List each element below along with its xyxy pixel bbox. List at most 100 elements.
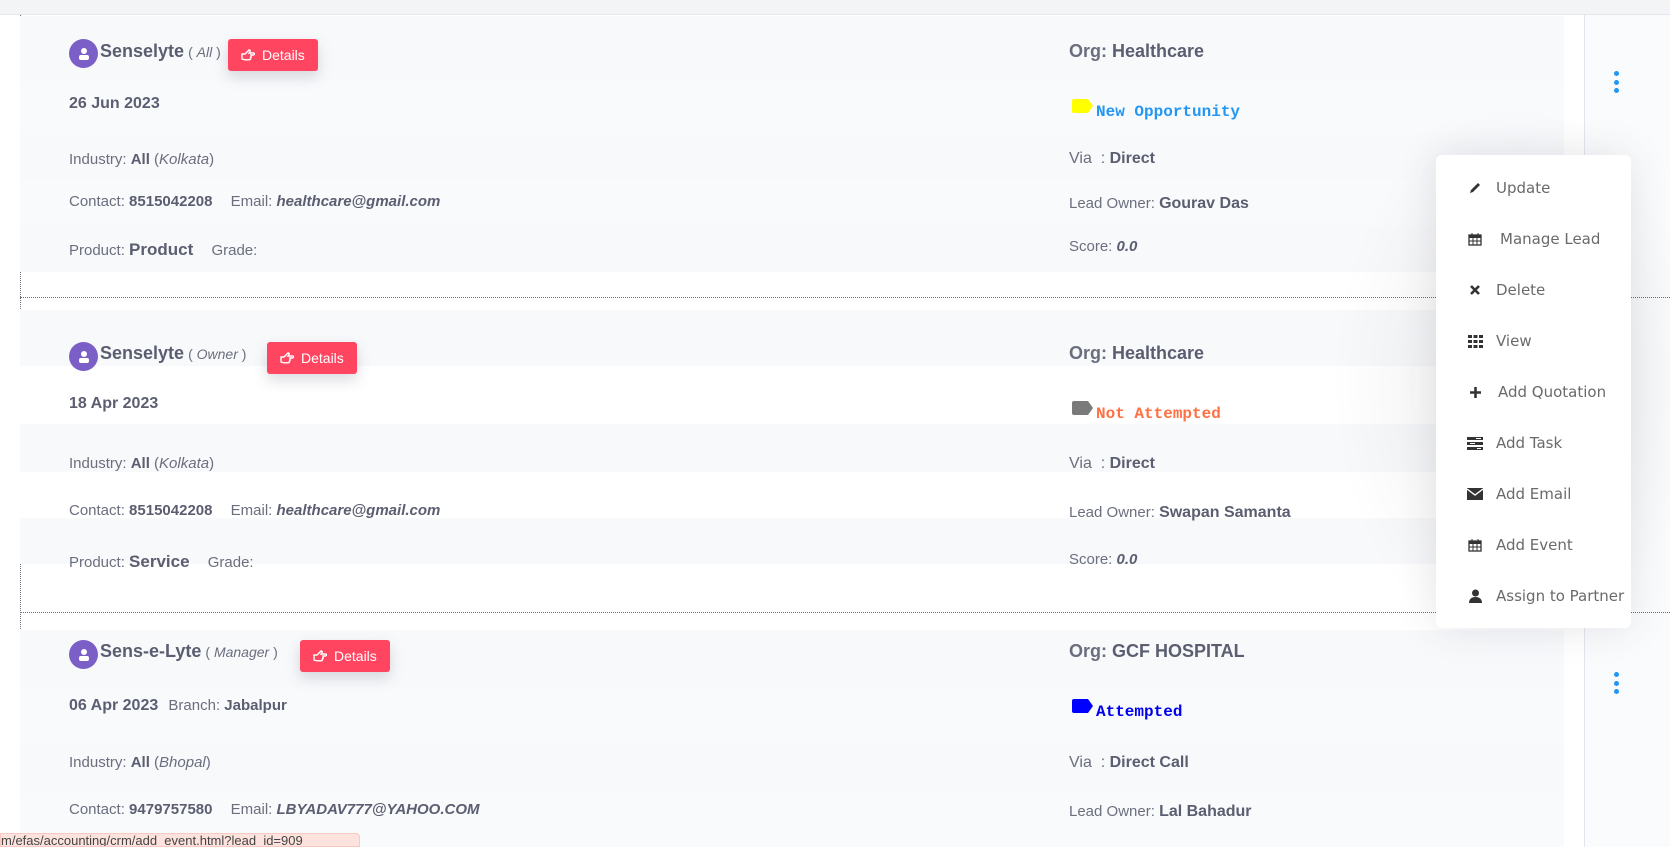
lead-date-row [20, 82, 1564, 134]
menu-item-delete[interactable]: Delete [1436, 272, 1631, 308]
product-field: Product: Service Grade: [69, 552, 254, 571]
city-value: Bhopal [159, 754, 206, 771]
industry-field: Industry: All (Kolkata) [69, 151, 215, 168]
industry-field: Industry: All (Bhopal) [69, 754, 211, 771]
email-value: healthcare@gmail.com [276, 502, 441, 519]
hand-pointer-icon [313, 650, 327, 662]
contact-value: 8515042208 [129, 193, 213, 210]
avatar [69, 39, 98, 68]
user-icon [1466, 588, 1484, 604]
via-value: Direct Call [1109, 754, 1189, 771]
details-label: Details [262, 47, 305, 63]
avatar [69, 640, 98, 669]
status-badge: New Opportunity [1072, 97, 1240, 121]
product-value: Service [129, 552, 190, 571]
status-text: New Opportunity [1096, 103, 1241, 121]
tag-icon [1072, 99, 1093, 113]
score-field: Score: 0.0 [1069, 551, 1138, 568]
grade-label: Grade: [207, 554, 254, 571]
org-field: Org: GCF HOSPITAL [1069, 641, 1245, 661]
menu-item-manage-lead[interactable]: Manage Lead [1436, 221, 1631, 257]
details-label: Details [301, 350, 344, 366]
menu-item-add-quotation[interactable]: Add Quotation [1436, 374, 1631, 410]
via-field: Via : Direct [1069, 150, 1155, 167]
status-badge: Not Attempted [1072, 399, 1221, 423]
plus-icon [1466, 384, 1484, 400]
lead-name: Senselyte [100, 343, 185, 363]
user-icon [78, 648, 89, 661]
product-field: Product: Product Grade: [69, 240, 258, 259]
lead-date: 06 Apr 2023 [69, 697, 159, 714]
lead-name-group: Sens-e-Lyte( Manager ) [100, 641, 278, 661]
industry-value: All [130, 151, 150, 168]
menu-item-view[interactable]: View [1436, 323, 1631, 359]
email-value: healthcare@gmail.com [276, 193, 441, 210]
calendar-icon [1466, 537, 1484, 553]
score-field: Score: 0.0 [1069, 238, 1138, 255]
contact-field: Contact: 9479757580 Email: LBYADAV777@YA… [69, 801, 480, 818]
hand-pointer-icon [241, 49, 255, 61]
owner-value: Lal Bahadur [1159, 803, 1252, 820]
lead-separator [20, 297, 1670, 298]
owner-value: Swapan Samanta [1159, 504, 1291, 521]
industry-value: All [130, 455, 150, 472]
contact-field: Contact: 8515042208 Email: healthcare@gm… [69, 502, 441, 519]
details-label: Details [334, 648, 377, 664]
grade-label: Grade: [211, 242, 258, 259]
lead-name: Senselyte [100, 41, 185, 61]
date-branch-group: 06 Apr 2023 Branch: Jabalpur [69, 697, 287, 714]
org-field: Org: Healthcare [1069, 41, 1205, 61]
top-bar [0, 0, 1670, 15]
browser-status-url: m/efas/accounting/crm/add_event.html?lea… [0, 833, 360, 847]
org-value: Healthcare [1112, 343, 1205, 363]
tag-icon [1072, 699, 1093, 713]
menu-item-add-email[interactable]: Add Email [1436, 476, 1631, 512]
contact-value: 9479757580 [129, 801, 213, 818]
hand-pointer-icon [280, 352, 294, 364]
org-value: Healthcare [1112, 41, 1205, 61]
via-field: Via : Direct Call [1069, 754, 1189, 771]
kebab-menu-button[interactable] [1612, 672, 1620, 694]
org-value: GCF HOSPITAL [1112, 641, 1245, 661]
details-button[interactable]: Details [300, 640, 390, 672]
branch-value: Jabalpur [224, 697, 287, 714]
via-value: Direct [1109, 150, 1155, 167]
lead-date: 18 Apr 2023 [69, 395, 159, 412]
lead-date: 26 Jun 2023 [69, 95, 160, 112]
lead-name-group: Senselyte( All ) [100, 41, 221, 61]
kebab-menu-button[interactable] [1612, 71, 1620, 93]
org-field: Org: Healthcare [1069, 343, 1205, 363]
status-badge: Attempted [1072, 697, 1182, 721]
menu-item-add-task[interactable]: Add Task [1436, 425, 1631, 461]
contact-value: 8515042208 [129, 502, 213, 519]
city-value: Kolkata [159, 455, 210, 472]
lead-date-row [20, 366, 1564, 424]
score-value: 0.0 [1116, 551, 1138, 568]
owner-value: Gourav Das [1159, 195, 1249, 212]
owner-field: Lead Owner: Lal Bahadur [1069, 803, 1252, 820]
status-text: Not Attempted [1096, 405, 1221, 423]
lead-header-row [20, 310, 1564, 366]
email-value: LBYADAV777@YAHOO.COM [276, 801, 480, 818]
lead-action-menu: Update Manage Lead Delete View Add Quota… [1436, 155, 1631, 628]
lead-role: Manager [213, 644, 270, 660]
lead-role: Owner [196, 346, 238, 362]
status-text: Attempted [1096, 703, 1183, 721]
lead-separator [20, 612, 1670, 613]
pencil-icon [1466, 180, 1484, 196]
lead-industry-row [20, 134, 1564, 180]
menu-item-update[interactable]: Update [1436, 170, 1631, 206]
tag-icon [1072, 401, 1093, 415]
user-icon [78, 350, 89, 363]
contact-field: Contact: 8515042208 Email: healthcare@gm… [69, 193, 441, 210]
owner-field: Lead Owner: Swapan Samanta [1069, 504, 1291, 521]
menu-item-assign-to-partner[interactable]: Assign to Partner [1436, 578, 1631, 614]
city-value: Kolkata [159, 151, 210, 168]
menu-item-add-event[interactable]: Add Event [1436, 527, 1631, 563]
via-value: Direct [1109, 455, 1155, 472]
score-value: 0.0 [1116, 238, 1138, 255]
details-button[interactable]: Details [267, 342, 357, 374]
details-button[interactable]: Details [228, 39, 318, 71]
lead-industry-row [20, 424, 1564, 472]
user-icon [78, 47, 89, 60]
